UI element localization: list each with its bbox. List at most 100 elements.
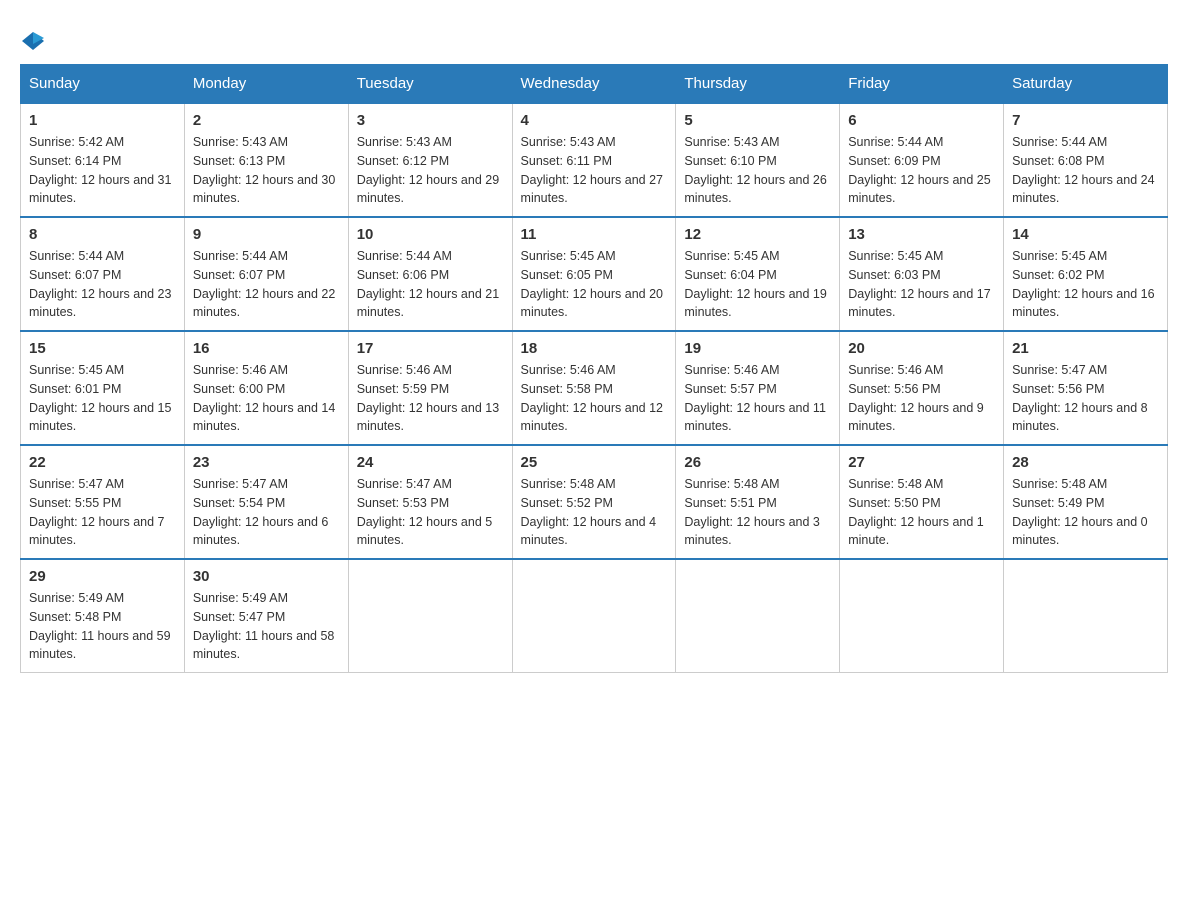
calendar-cell: 7 Sunrise: 5:44 AMSunset: 6:08 PMDayligh… [1004, 103, 1168, 217]
day-number: 30 [193, 568, 340, 585]
week-row-0: 1 Sunrise: 5:42 AMSunset: 6:14 PMDayligh… [21, 103, 1168, 217]
calendar-cell: 8 Sunrise: 5:44 AMSunset: 6:07 PMDayligh… [21, 217, 185, 331]
day-number: 28 [1012, 454, 1159, 471]
day-info: Sunrise: 5:44 AMSunset: 6:06 PMDaylight:… [357, 247, 504, 322]
day-info: Sunrise: 5:46 AMSunset: 5:59 PMDaylight:… [357, 361, 504, 436]
calendar-cell: 24 Sunrise: 5:47 AMSunset: 5:53 PMDaylig… [348, 445, 512, 559]
day-number: 25 [521, 454, 668, 471]
calendar-cell: 23 Sunrise: 5:47 AMSunset: 5:54 PMDaylig… [184, 445, 348, 559]
day-number: 16 [193, 340, 340, 357]
day-number: 13 [848, 226, 995, 243]
calendar-cell: 1 Sunrise: 5:42 AMSunset: 6:14 PMDayligh… [21, 103, 185, 217]
day-info: Sunrise: 5:47 AMSunset: 5:54 PMDaylight:… [193, 475, 340, 550]
calendar-cell [840, 559, 1004, 673]
day-number: 4 [521, 112, 668, 129]
day-number: 26 [684, 454, 831, 471]
logo [20, 20, 44, 54]
calendar-cell: 29 Sunrise: 5:49 AMSunset: 5:48 PMDaylig… [21, 559, 185, 673]
day-number: 12 [684, 226, 831, 243]
day-info: Sunrise: 5:45 AMSunset: 6:02 PMDaylight:… [1012, 247, 1159, 322]
col-tuesday: Tuesday [348, 65, 512, 104]
calendar-cell: 18 Sunrise: 5:46 AMSunset: 5:58 PMDaylig… [512, 331, 676, 445]
day-number: 15 [29, 340, 176, 357]
col-friday: Friday [840, 65, 1004, 104]
day-info: Sunrise: 5:45 AMSunset: 6:01 PMDaylight:… [29, 361, 176, 436]
day-number: 23 [193, 454, 340, 471]
week-row-3: 22 Sunrise: 5:47 AMSunset: 5:55 PMDaylig… [21, 445, 1168, 559]
calendar-cell: 19 Sunrise: 5:46 AMSunset: 5:57 PMDaylig… [676, 331, 840, 445]
calendar-cell: 2 Sunrise: 5:43 AMSunset: 6:13 PMDayligh… [184, 103, 348, 217]
day-number: 19 [684, 340, 831, 357]
calendar-cell: 25 Sunrise: 5:48 AMSunset: 5:52 PMDaylig… [512, 445, 676, 559]
header [20, 20, 1168, 54]
week-row-4: 29 Sunrise: 5:49 AMSunset: 5:48 PMDaylig… [21, 559, 1168, 673]
calendar-cell: 26 Sunrise: 5:48 AMSunset: 5:51 PMDaylig… [676, 445, 840, 559]
day-number: 22 [29, 454, 176, 471]
day-number: 3 [357, 112, 504, 129]
calendar-cell: 14 Sunrise: 5:45 AMSunset: 6:02 PMDaylig… [1004, 217, 1168, 331]
day-info: Sunrise: 5:49 AMSunset: 5:47 PMDaylight:… [193, 589, 340, 664]
day-info: Sunrise: 5:45 AMSunset: 6:05 PMDaylight:… [521, 247, 668, 322]
col-wednesday: Wednesday [512, 65, 676, 104]
day-number: 7 [1012, 112, 1159, 129]
col-sunday: Sunday [21, 65, 185, 104]
col-thursday: Thursday [676, 65, 840, 104]
calendar-cell: 30 Sunrise: 5:49 AMSunset: 5:47 PMDaylig… [184, 559, 348, 673]
day-number: 11 [521, 226, 668, 243]
day-number: 8 [29, 226, 176, 243]
day-number: 29 [29, 568, 176, 585]
calendar-cell: 13 Sunrise: 5:45 AMSunset: 6:03 PMDaylig… [840, 217, 1004, 331]
calendar-cell: 11 Sunrise: 5:45 AMSunset: 6:05 PMDaylig… [512, 217, 676, 331]
calendar-cell: 6 Sunrise: 5:44 AMSunset: 6:09 PMDayligh… [840, 103, 1004, 217]
day-info: Sunrise: 5:43 AMSunset: 6:12 PMDaylight:… [357, 133, 504, 208]
day-info: Sunrise: 5:49 AMSunset: 5:48 PMDaylight:… [29, 589, 176, 664]
calendar-cell: 28 Sunrise: 5:48 AMSunset: 5:49 PMDaylig… [1004, 445, 1168, 559]
day-info: Sunrise: 5:48 AMSunset: 5:50 PMDaylight:… [848, 475, 995, 550]
day-info: Sunrise: 5:44 AMSunset: 6:07 PMDaylight:… [29, 247, 176, 322]
calendar-cell [1004, 559, 1168, 673]
day-number: 6 [848, 112, 995, 129]
col-monday: Monday [184, 65, 348, 104]
day-info: Sunrise: 5:45 AMSunset: 6:03 PMDaylight:… [848, 247, 995, 322]
day-info: Sunrise: 5:46 AMSunset: 6:00 PMDaylight:… [193, 361, 340, 436]
day-info: Sunrise: 5:43 AMSunset: 6:10 PMDaylight:… [684, 133, 831, 208]
day-info: Sunrise: 5:47 AMSunset: 5:55 PMDaylight:… [29, 475, 176, 550]
calendar-cell: 27 Sunrise: 5:48 AMSunset: 5:50 PMDaylig… [840, 445, 1004, 559]
calendar-cell: 4 Sunrise: 5:43 AMSunset: 6:11 PMDayligh… [512, 103, 676, 217]
logo-flag-icon [22, 30, 44, 52]
day-number: 10 [357, 226, 504, 243]
calendar-cell: 15 Sunrise: 5:45 AMSunset: 6:01 PMDaylig… [21, 331, 185, 445]
calendar-cell [348, 559, 512, 673]
day-number: 21 [1012, 340, 1159, 357]
day-number: 9 [193, 226, 340, 243]
day-info: Sunrise: 5:44 AMSunset: 6:07 PMDaylight:… [193, 247, 340, 322]
day-info: Sunrise: 5:46 AMSunset: 5:58 PMDaylight:… [521, 361, 668, 436]
day-number: 14 [1012, 226, 1159, 243]
calendar-header-row: Sunday Monday Tuesday Wednesday Thursday… [21, 65, 1168, 104]
day-number: 2 [193, 112, 340, 129]
day-info: Sunrise: 5:48 AMSunset: 5:52 PMDaylight:… [521, 475, 668, 550]
day-info: Sunrise: 5:46 AMSunset: 5:57 PMDaylight:… [684, 361, 831, 436]
calendar-cell: 10 Sunrise: 5:44 AMSunset: 6:06 PMDaylig… [348, 217, 512, 331]
day-number: 24 [357, 454, 504, 471]
calendar-cell: 20 Sunrise: 5:46 AMSunset: 5:56 PMDaylig… [840, 331, 1004, 445]
day-info: Sunrise: 5:46 AMSunset: 5:56 PMDaylight:… [848, 361, 995, 436]
calendar-cell: 9 Sunrise: 5:44 AMSunset: 6:07 PMDayligh… [184, 217, 348, 331]
day-info: Sunrise: 5:45 AMSunset: 6:04 PMDaylight:… [684, 247, 831, 322]
calendar-cell: 12 Sunrise: 5:45 AMSunset: 6:04 PMDaylig… [676, 217, 840, 331]
calendar-cell: 21 Sunrise: 5:47 AMSunset: 5:56 PMDaylig… [1004, 331, 1168, 445]
week-row-1: 8 Sunrise: 5:44 AMSunset: 6:07 PMDayligh… [21, 217, 1168, 331]
calendar-cell: 22 Sunrise: 5:47 AMSunset: 5:55 PMDaylig… [21, 445, 185, 559]
day-info: Sunrise: 5:48 AMSunset: 5:51 PMDaylight:… [684, 475, 831, 550]
day-number: 17 [357, 340, 504, 357]
day-number: 27 [848, 454, 995, 471]
day-info: Sunrise: 5:47 AMSunset: 5:56 PMDaylight:… [1012, 361, 1159, 436]
day-number: 1 [29, 112, 176, 129]
day-info: Sunrise: 5:48 AMSunset: 5:49 PMDaylight:… [1012, 475, 1159, 550]
day-info: Sunrise: 5:42 AMSunset: 6:14 PMDaylight:… [29, 133, 176, 208]
calendar-cell: 16 Sunrise: 5:46 AMSunset: 6:00 PMDaylig… [184, 331, 348, 445]
week-row-2: 15 Sunrise: 5:45 AMSunset: 6:01 PMDaylig… [21, 331, 1168, 445]
day-number: 18 [521, 340, 668, 357]
day-info: Sunrise: 5:47 AMSunset: 5:53 PMDaylight:… [357, 475, 504, 550]
day-info: Sunrise: 5:44 AMSunset: 6:09 PMDaylight:… [848, 133, 995, 208]
